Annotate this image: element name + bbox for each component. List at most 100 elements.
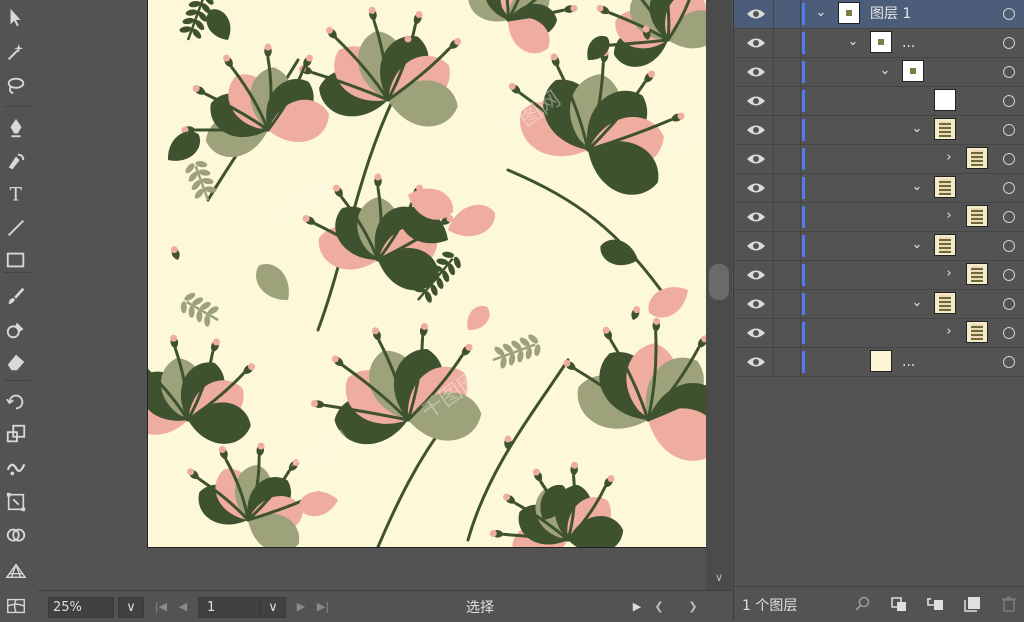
lock-toggle[interactable]: [773, 0, 801, 28]
magic-wand-tool[interactable]: [2, 38, 30, 66]
chevron-right-icon[interactable]: ›: [942, 324, 956, 340]
layer-row[interactable]: ›: [734, 319, 1024, 348]
target-circle-icon[interactable]: [1003, 240, 1015, 252]
chevron-right-icon[interactable]: ›: [942, 266, 956, 282]
scroll-down-arrow[interactable]: ∨: [713, 572, 725, 584]
shape-builder-tool[interactable]: [2, 522, 30, 550]
eye-icon[interactable]: [746, 94, 766, 108]
layer-row[interactable]: ⌄: [734, 116, 1024, 145]
chevron-down-icon[interactable]: ⌄: [846, 34, 860, 50]
lock-toggle[interactable]: [773, 116, 801, 144]
lock-toggle[interactable]: [773, 319, 801, 347]
new-layer-icon[interactable]: [964, 596, 982, 612]
lock-toggle[interactable]: [773, 87, 801, 115]
pen-tool[interactable]: [2, 114, 30, 142]
rotate-tool[interactable]: [2, 388, 30, 416]
eye-icon[interactable]: [746, 297, 766, 311]
scroll-left-button[interactable]: ❮: [650, 597, 668, 616]
artboard-number-field[interactable]: 1: [198, 597, 260, 618]
eye-icon[interactable]: [746, 268, 766, 282]
eye-icon[interactable]: [746, 239, 766, 253]
selection-tool[interactable]: [2, 4, 30, 32]
eye-icon[interactable]: [746, 181, 766, 195]
artboard[interactable]: 千图网 千图网 千图网 千图网 千图网 千图网: [147, 0, 711, 548]
eye-icon[interactable]: [746, 355, 766, 369]
shaper-tool[interactable]: [2, 316, 30, 344]
eye-icon[interactable]: [746, 65, 766, 79]
layer-row[interactable]: ⌄...: [734, 29, 1024, 58]
target-circle-icon[interactable]: [1003, 356, 1015, 368]
chevron-right-icon[interactable]: ›: [942, 150, 956, 166]
type-tool[interactable]: T: [2, 180, 30, 208]
chevron-down-icon[interactable]: ⌄: [910, 237, 924, 253]
free-transform-tool[interactable]: [2, 488, 30, 516]
chevron-down-icon[interactable]: ⌄: [910, 295, 924, 311]
lock-toggle[interactable]: [773, 174, 801, 202]
eye-icon[interactable]: [746, 210, 766, 224]
chevron-down-icon[interactable]: ⌄: [910, 121, 924, 137]
eraser-tool[interactable]: [2, 348, 30, 376]
rectangle-tool[interactable]: [2, 246, 30, 274]
lock-toggle[interactable]: [773, 203, 801, 231]
warp-tool[interactable]: [2, 454, 30, 482]
zoom-dropdown-button[interactable]: ∨: [118, 597, 144, 618]
vertical-scrollbar[interactable]: ∨: [706, 0, 732, 590]
layer-row[interactable]: ⌄: [734, 58, 1024, 87]
search-icon[interactable]: [854, 596, 872, 612]
target-circle-icon[interactable]: [1003, 37, 1015, 49]
layer-row[interactable]: ›: [734, 145, 1024, 174]
chevron-down-icon[interactable]: ⌄: [814, 5, 828, 21]
lock-toggle[interactable]: [773, 232, 801, 260]
scale-tool[interactable]: [2, 420, 30, 448]
eye-icon[interactable]: [746, 123, 766, 137]
target-circle-icon[interactable]: [1003, 95, 1015, 107]
eye-icon[interactable]: [746, 7, 766, 21]
trash-icon[interactable]: [1000, 596, 1018, 612]
layer-row[interactable]: ⌄: [734, 174, 1024, 203]
scroll-right-button[interactable]: ❯: [684, 597, 702, 616]
lock-toggle[interactable]: [773, 261, 801, 289]
floral-pattern-artwork[interactable]: 千图网千图网 千图网千图网千图网千图网: [148, 0, 710, 547]
curvature-tool[interactable]: [2, 148, 30, 176]
eye-icon[interactable]: [746, 36, 766, 50]
target-circle-icon[interactable]: [1003, 66, 1015, 78]
first-artboard-button[interactable]: |◀: [152, 597, 170, 616]
previous-artboard-button[interactable]: ◀: [174, 597, 192, 616]
layer-row[interactable]: ›: [734, 203, 1024, 232]
layer-row[interactable]: ⌄: [734, 232, 1024, 261]
mesh-tool[interactable]: [2, 592, 30, 620]
layer-row[interactable]: ⌄ 图层 1: [734, 0, 1024, 29]
next-artboard-button[interactable]: ▶: [292, 597, 310, 616]
lock-toggle[interactable]: [773, 58, 801, 86]
target-circle-icon[interactable]: [1003, 8, 1015, 20]
paintbrush-tool[interactable]: [2, 282, 30, 310]
chevron-right-icon[interactable]: ›: [942, 208, 956, 224]
target-circle-icon[interactable]: [1003, 153, 1015, 165]
status-menu-button[interactable]: ▶: [628, 597, 646, 616]
perspective-grid-tool[interactable]: [2, 556, 30, 584]
target-circle-icon[interactable]: [1003, 124, 1015, 136]
eye-icon[interactable]: [746, 326, 766, 340]
lock-toggle[interactable]: [773, 290, 801, 318]
canvas-area[interactable]: 千图网 千图网 千图网 千图网 千图网 千图网: [38, 0, 711, 590]
target-circle-icon[interactable]: [1003, 327, 1015, 339]
last-artboard-button[interactable]: ▶|: [314, 597, 332, 616]
new-sublayer-icon[interactable]: [926, 596, 944, 612]
lock-toggle[interactable]: [773, 29, 801, 57]
lasso-tool[interactable]: [2, 72, 30, 100]
lock-toggle[interactable]: [773, 145, 801, 173]
layer-row[interactable]: [734, 87, 1024, 116]
target-circle-icon[interactable]: [1003, 211, 1015, 223]
artboard-dropdown-button[interactable]: ∨: [260, 597, 286, 618]
chevron-down-icon[interactable]: ⌄: [910, 179, 924, 195]
layer-row[interactable]: ...: [734, 348, 1024, 377]
lock-toggle[interactable]: [773, 348, 801, 376]
target-circle-icon[interactable]: [1003, 182, 1015, 194]
target-circle-icon[interactable]: [1003, 269, 1015, 281]
eye-icon[interactable]: [746, 152, 766, 166]
clipping-mask-icon[interactable]: [890, 596, 908, 612]
line-tool[interactable]: [2, 214, 30, 242]
target-circle-icon[interactable]: [1003, 298, 1015, 310]
chevron-down-icon[interactable]: ⌄: [878, 63, 892, 79]
layer-row[interactable]: ⌄: [734, 290, 1024, 319]
